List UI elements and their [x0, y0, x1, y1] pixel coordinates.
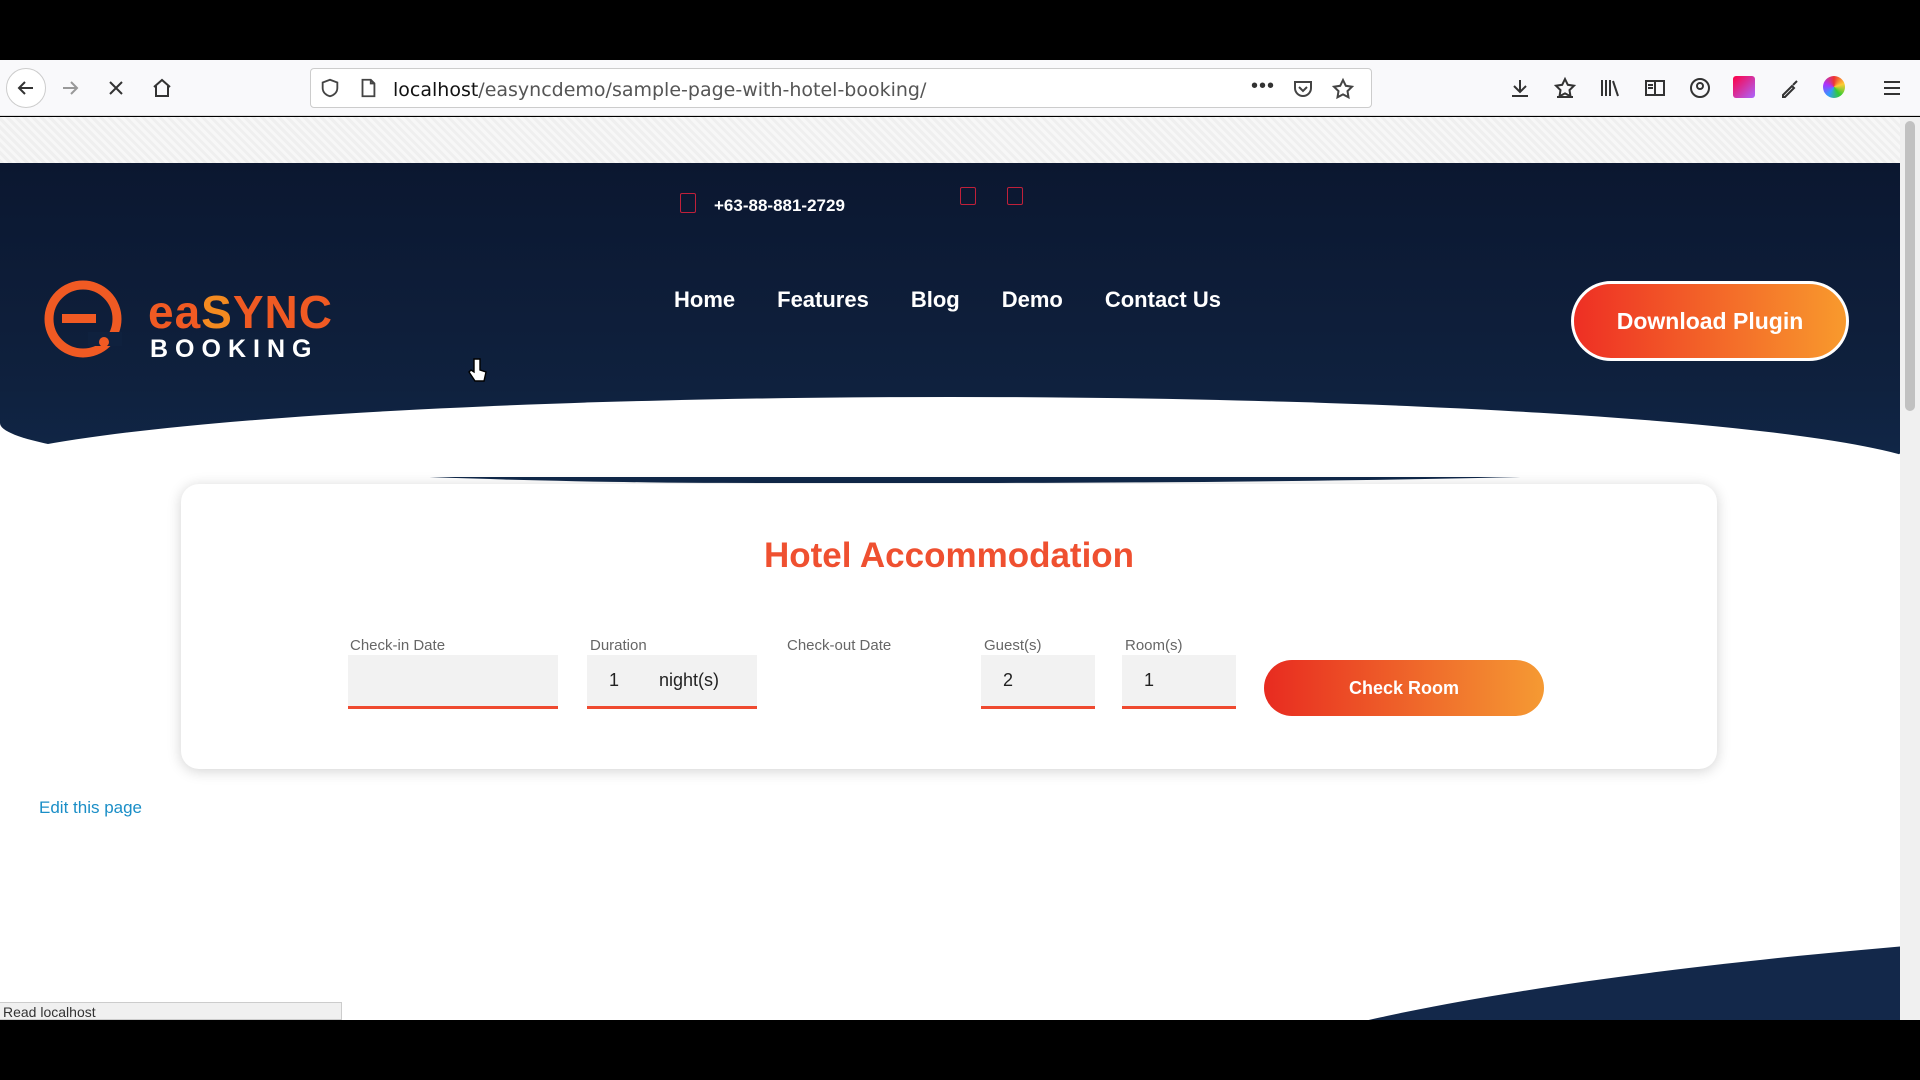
- edit-page-link[interactable]: Edit this page: [39, 798, 142, 818]
- back-button[interactable]: [6, 68, 46, 108]
- url-path: /easyncdemo/sample-page-with-hotel-booki…: [478, 79, 927, 101]
- logo-wordmark[interactable]: eaSYNC: [148, 285, 333, 339]
- extension-gradient-icon[interactable]: [1733, 76, 1757, 100]
- logo-part-a: ea: [148, 286, 202, 338]
- bookmarks-icon[interactable]: [1553, 76, 1577, 100]
- phone-icon: [680, 193, 696, 213]
- duration-input[interactable]: 1 night(s): [587, 655, 757, 709]
- library-icon[interactable]: [1598, 76, 1622, 100]
- home-icon: [153, 78, 171, 97]
- check-room-button[interactable]: Check Room: [1264, 660, 1544, 716]
- guests-label: Guest(s): [984, 637, 1042, 654]
- logo-part-s: S: [201, 286, 233, 338]
- page-actions-menu[interactable]: •••: [1251, 75, 1275, 98]
- url-host: localhost: [393, 79, 479, 101]
- pocket-icon[interactable]: [1291, 77, 1315, 101]
- page-viewport: +63-88-881-2729 eaSYNC BOOKING Home Feat…: [0, 117, 1900, 1020]
- hand-cursor-icon: [468, 358, 487, 382]
- checkin-label: Check-in Date: [350, 637, 446, 654]
- checkout-label: Check-out Date: [787, 637, 892, 654]
- page-info-icon[interactable]: [357, 77, 379, 99]
- logo-part-b: YNC: [232, 286, 333, 338]
- account-icon[interactable]: [1688, 76, 1712, 100]
- arrow-left-icon: [17, 81, 33, 95]
- browser-status-bar: Read localhost: [0, 1002, 342, 1020]
- letterbox-top: [0, 0, 1920, 60]
- letterbox-bottom: [0, 1020, 1920, 1080]
- main-nav: Home Features Blog Demo Contact Us: [674, 287, 1221, 313]
- nav-home[interactable]: Home: [674, 287, 735, 313]
- scrollbar-thumb[interactable]: [1905, 121, 1915, 411]
- browser-toolbar: localhost/easyncdemo/sample-page-with-ho…: [0, 60, 1920, 116]
- nav-contact-us[interactable]: Contact Us: [1105, 287, 1221, 313]
- rooms-input[interactable]: 1: [1122, 655, 1236, 709]
- address-bar[interactable]: localhost/easyncdemo/sample-page-with-ho…: [310, 68, 1372, 108]
- duration-value: 1: [609, 670, 620, 690]
- checkin-date-input[interactable]: [348, 655, 558, 709]
- url-text[interactable]: localhost/easyncdemo/sample-page-with-ho…: [393, 79, 926, 101]
- arrow-right-icon: [63, 81, 79, 95]
- guests-input[interactable]: 2: [981, 655, 1095, 709]
- duration-suffix: night(s): [659, 670, 720, 690]
- header-phone[interactable]: +63-88-881-2729: [714, 196, 845, 216]
- downloads-icon[interactable]: [1508, 76, 1532, 100]
- booking-title: Hotel Accommodation: [763, 536, 1135, 575]
- booking-card: Hotel Accommodation Check-in Date Durati…: [181, 484, 1717, 769]
- page-scrollbar[interactable]: [1900, 117, 1920, 1020]
- social-icon-1[interactable]: [960, 187, 976, 205]
- nav-demo[interactable]: Demo: [1002, 287, 1063, 313]
- forward-button[interactable]: [52, 70, 88, 106]
- easync-logo-icon[interactable]: [44, 280, 122, 358]
- social-icon-2[interactable]: [1007, 187, 1023, 205]
- shield-icon[interactable]: [319, 77, 341, 99]
- duration-label: Duration: [590, 637, 647, 654]
- hamburger-menu-icon[interactable]: [1880, 76, 1904, 100]
- color-wheel-icon[interactable]: [1823, 76, 1847, 100]
- close-icon: [109, 81, 123, 95]
- stop-loading-button[interactable]: [98, 70, 134, 106]
- rooms-label: Room(s): [1125, 637, 1183, 654]
- nav-blog[interactable]: Blog: [911, 287, 960, 313]
- home-button[interactable]: [144, 70, 180, 106]
- sidebar-icon[interactable]: [1643, 76, 1667, 100]
- download-plugin-button[interactable]: Download Plugin: [1571, 281, 1849, 361]
- nav-features[interactable]: Features: [777, 287, 869, 313]
- logo-subtitle: BOOKING: [150, 335, 319, 363]
- eyedropper-icon[interactable]: [1778, 76, 1802, 100]
- footer-wave: [1196, 939, 1900, 1020]
- top-hatch-band: [0, 117, 1900, 163]
- bookmark-star-icon[interactable]: [1331, 77, 1355, 101]
